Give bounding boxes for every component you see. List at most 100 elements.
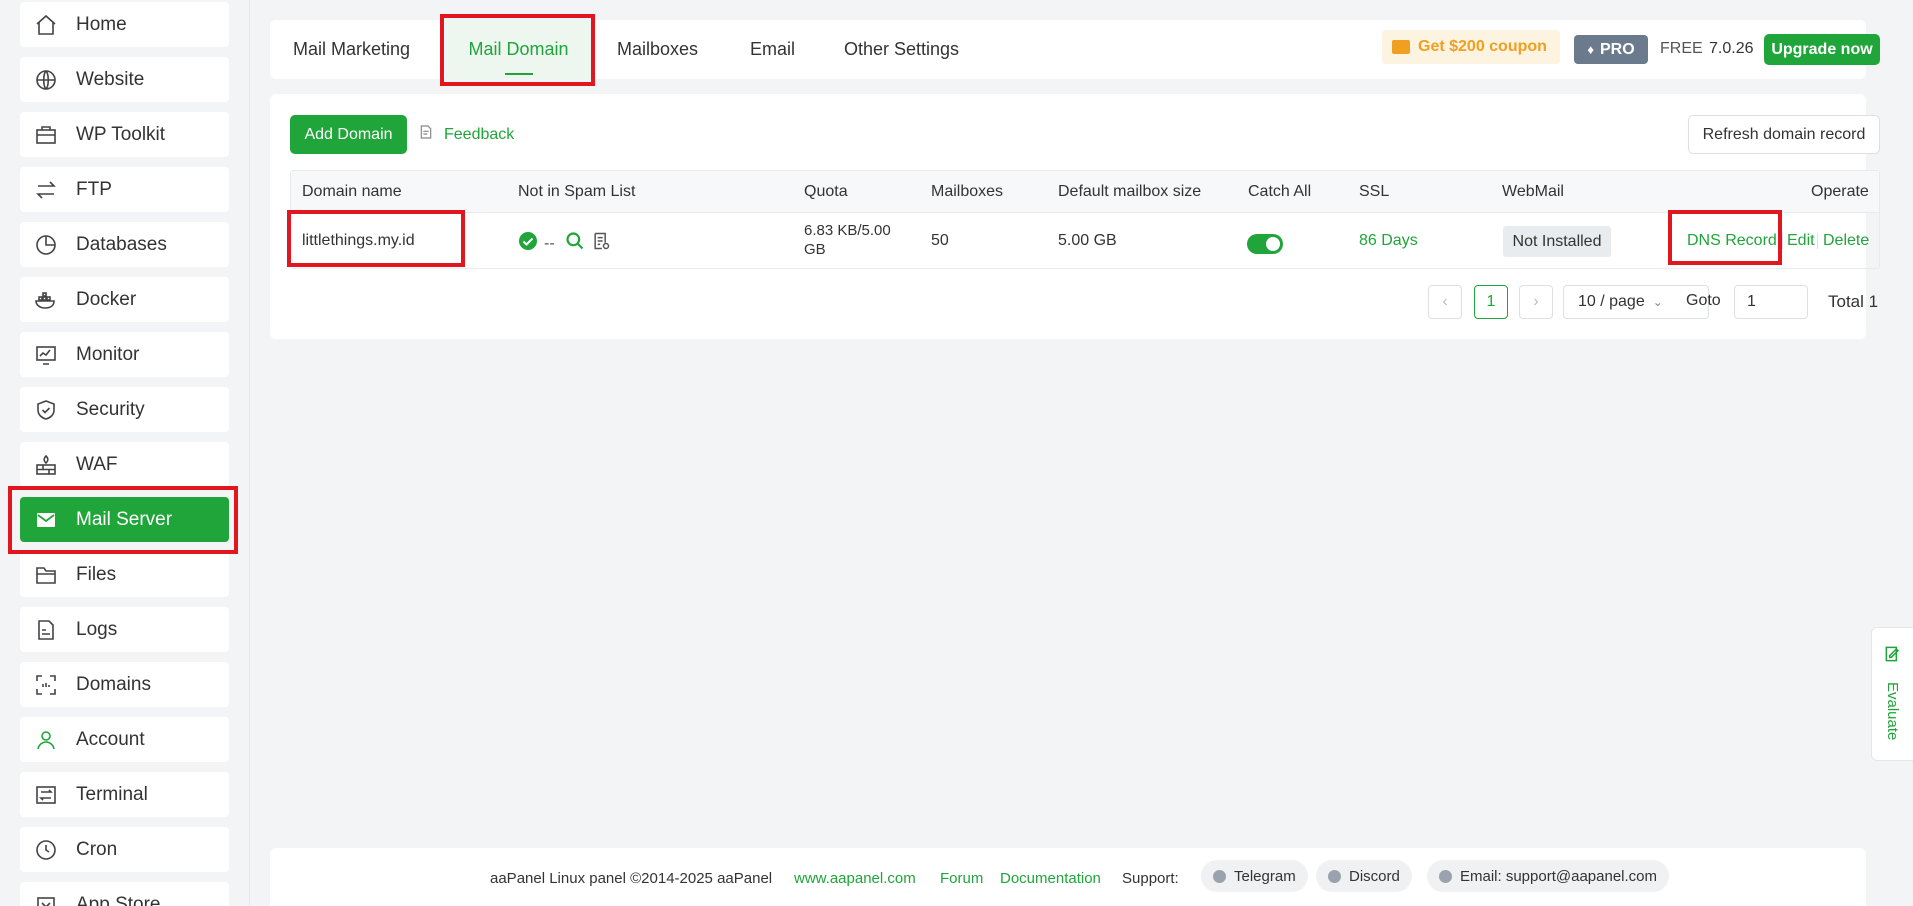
sidebar-item-label: Databases bbox=[76, 233, 167, 255]
dns-record-link[interactable]: DNS Record bbox=[1687, 232, 1777, 250]
sidebar-item-label: Website bbox=[76, 68, 145, 90]
goto-page-input[interactable] bbox=[1734, 285, 1808, 319]
firewall-icon bbox=[34, 453, 58, 477]
search-icon[interactable] bbox=[565, 231, 585, 256]
tab-other-settings[interactable]: Other Settings bbox=[844, 20, 959, 79]
sidebar-item-monitor[interactable]: Monitor bbox=[20, 332, 229, 377]
add-domain-button[interactable]: Add Domain bbox=[290, 115, 407, 154]
feedback-label: Feedback bbox=[444, 125, 515, 143]
telegram-link[interactable]: Telegram bbox=[1201, 860, 1308, 892]
sidebar: Home Website WP Toolkit FTP Databases Do… bbox=[0, 0, 250, 906]
clock-icon bbox=[34, 838, 58, 862]
prev-page-button[interactable]: ‹ bbox=[1428, 285, 1462, 319]
sidebar-item-waf[interactable]: WAF bbox=[20, 442, 229, 487]
page-size-value: 10 / page bbox=[1578, 293, 1645, 310]
col-default-mailbox-size: Default mailbox size bbox=[1058, 183, 1202, 200]
feedback-icon bbox=[418, 124, 434, 145]
sidebar-item-files[interactable]: Files bbox=[20, 552, 229, 597]
webmail-status-badge: Not Installed bbox=[1503, 226, 1611, 257]
sidebar-item-label: Cron bbox=[76, 838, 118, 860]
mailboxes-cell: 50 bbox=[931, 232, 949, 249]
spam-status-cell: -- bbox=[518, 231, 611, 256]
col-catch-all: Catch All bbox=[1248, 183, 1312, 200]
email-icon bbox=[1439, 869, 1452, 883]
sidebar-item-label: Monitor bbox=[76, 343, 140, 365]
sidebar-item-label: Files bbox=[76, 563, 117, 585]
sidebar-item-cron[interactable]: Cron bbox=[20, 827, 229, 872]
check-circle-icon bbox=[518, 231, 538, 256]
ssl-days-link[interactable]: 86 Days bbox=[1359, 232, 1418, 250]
documentation-link[interactable]: Documentation bbox=[1000, 870, 1101, 887]
sidebar-item-label: Home bbox=[76, 13, 127, 35]
tab-email[interactable]: Email bbox=[750, 20, 795, 79]
quota-cell: 6.83 KB/5.00 GB bbox=[804, 221, 891, 259]
evaluate-tab[interactable]: Evaluate bbox=[1871, 627, 1913, 761]
domain-icon bbox=[34, 673, 58, 697]
spam-log-icon[interactable] bbox=[591, 231, 611, 256]
sidebar-item-security[interactable]: Security bbox=[20, 387, 229, 432]
tab-mailboxes[interactable]: Mailboxes bbox=[617, 20, 698, 79]
sidebar-item-domains[interactable]: Domains bbox=[20, 662, 229, 707]
sidebar-item-logs[interactable]: Logs bbox=[20, 607, 229, 652]
sidebar-item-docker[interactable]: Docker bbox=[20, 277, 229, 322]
sidebar-item-databases[interactable]: Databases bbox=[20, 222, 229, 267]
store-icon bbox=[34, 893, 58, 906]
col-webmail: WebMail bbox=[1502, 183, 1564, 200]
sidebar-item-label: WAF bbox=[76, 453, 118, 475]
coupon-button[interactable]: Get $200 coupon bbox=[1382, 30, 1560, 64]
domain-table: Domain name Not in Spam List Quota Mailb… bbox=[290, 170, 1880, 269]
chevron-down-icon: ⌄ bbox=[1652, 295, 1663, 309]
tab-mail-marketing[interactable]: Mail Marketing bbox=[293, 20, 410, 79]
domain-name-cell: littlethings.my.id bbox=[302, 232, 415, 249]
discord-link[interactable]: Discord bbox=[1316, 860, 1412, 892]
transfer-icon bbox=[34, 178, 58, 202]
edit-link[interactable]: Edit bbox=[1787, 232, 1815, 250]
home-icon bbox=[34, 13, 58, 37]
catch-all-toggle[interactable] bbox=[1247, 234, 1283, 254]
divider bbox=[1817, 233, 1818, 249]
terminal-icon bbox=[34, 783, 58, 807]
spam-status-text: -- bbox=[544, 234, 555, 252]
evaluate-label: Evaluate bbox=[1884, 682, 1901, 741]
sidebar-item-ftp[interactable]: FTP bbox=[20, 167, 229, 212]
sidebar-item-terminal[interactable]: Terminal bbox=[20, 772, 229, 817]
sidebar-item-label: Docker bbox=[76, 288, 137, 310]
monitor-icon bbox=[34, 343, 58, 367]
sidebar-item-label: Terminal bbox=[76, 783, 148, 805]
sidebar-item-label: App Store bbox=[76, 893, 161, 906]
coupon-label: Get $200 coupon bbox=[1418, 38, 1547, 55]
delete-link[interactable]: Delete bbox=[1823, 232, 1869, 250]
support-email-link[interactable]: Email: support@aapanel.com bbox=[1427, 860, 1669, 892]
total-count: Total 1 bbox=[1828, 292, 1879, 311]
col-domain-name: Domain name bbox=[302, 183, 402, 200]
col-not-in-spam-list: Not in Spam List bbox=[518, 183, 636, 200]
footer: aaPanel Linux panel ©2014-2025 aaPanel w… bbox=[270, 848, 1866, 906]
version-label: 7.0.26 bbox=[1709, 40, 1754, 57]
sidebar-item-website[interactable]: Website bbox=[20, 57, 229, 102]
col-ssl: SSL bbox=[1359, 183, 1390, 200]
next-page-button[interactable]: › bbox=[1519, 285, 1553, 319]
sidebar-item-account[interactable]: Account bbox=[20, 717, 229, 762]
forum-link[interactable]: Forum bbox=[940, 870, 983, 887]
feedback-link[interactable]: Feedback bbox=[418, 124, 514, 145]
sidebar-item-label: Logs bbox=[76, 618, 118, 640]
refresh-domain-record-button[interactable]: Refresh domain record bbox=[1688, 115, 1880, 154]
plan-label: FREE bbox=[1660, 40, 1703, 57]
edit-note-icon bbox=[1883, 644, 1903, 669]
upgrade-button[interactable]: Upgrade now bbox=[1764, 34, 1880, 65]
page-number-button[interactable]: 1 bbox=[1474, 285, 1508, 319]
mail-icon bbox=[34, 508, 58, 532]
tab-mail-domain[interactable]: Mail Domain bbox=[445, 20, 592, 79]
sidebar-item-mail-server[interactable]: Mail Server bbox=[20, 497, 229, 542]
sidebar-item-label: Account bbox=[76, 728, 145, 750]
sidebar-item-label: WP Toolkit bbox=[76, 123, 166, 145]
table-header: Domain name Not in Spam List Quota Mailb… bbox=[291, 171, 1879, 213]
toolbox-icon bbox=[34, 123, 58, 147]
sidebar-item-home[interactable]: Home bbox=[20, 2, 229, 47]
shield-icon bbox=[34, 398, 58, 422]
sidebar-item-wp-toolkit[interactable]: WP Toolkit bbox=[20, 112, 229, 157]
log-icon bbox=[34, 618, 58, 642]
sidebar-item-app-store[interactable]: App Store bbox=[20, 882, 229, 906]
pro-badge[interactable]: ♦ PRO bbox=[1574, 35, 1648, 64]
website-link[interactable]: www.aapanel.com bbox=[794, 870, 916, 887]
